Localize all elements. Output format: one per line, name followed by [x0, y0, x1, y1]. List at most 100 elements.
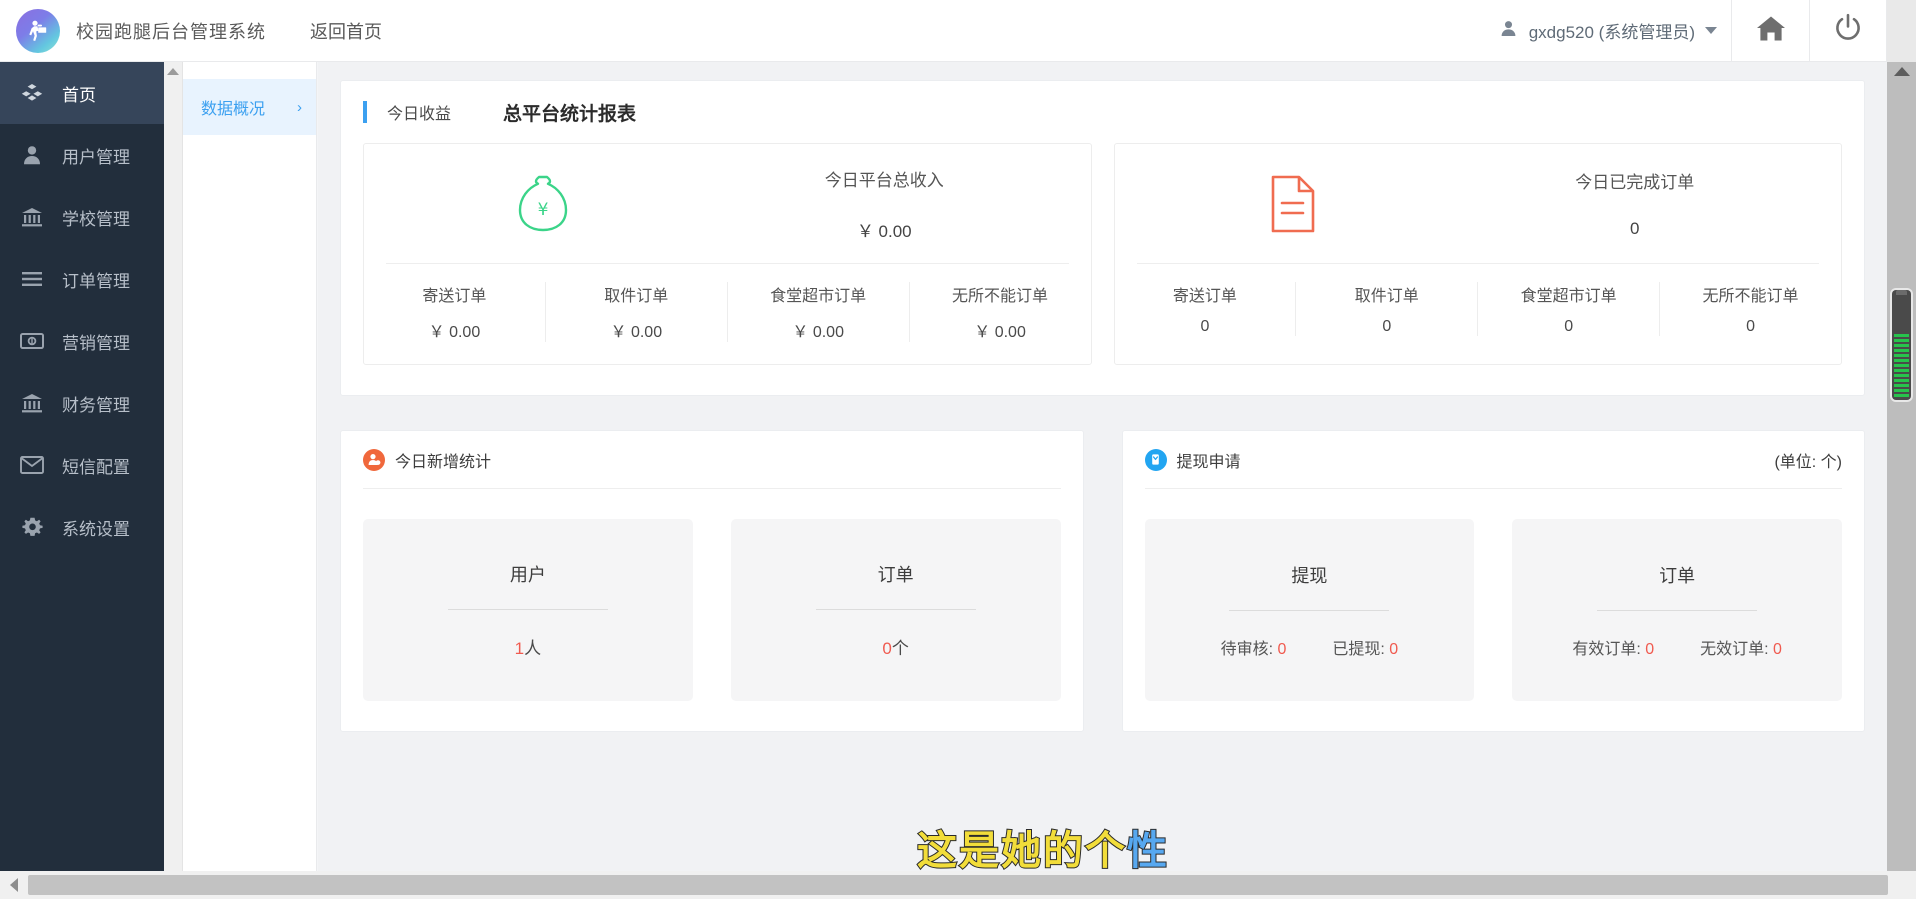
report-header: 今日收益 总平台统计报表 [363, 81, 1842, 143]
sidebar-item-marketing-management[interactable]: 营销管理 [0, 310, 164, 372]
secondary-nav: 数据概况 › [183, 62, 317, 871]
home-icon [1756, 15, 1786, 47]
new-stats-tiles: 用户 1人 订单 0个 [363, 489, 1061, 701]
brand-title: 校园跑腿后台管理系统 [76, 21, 266, 42]
breakdown-cell: 寄送订单 0 [1115, 282, 1297, 336]
accent-bar [363, 101, 367, 123]
user-menu[interactable]: gxdg520 (系统管理员) [1486, 0, 1731, 61]
sidebar-item-finance-management[interactable]: 财务管理 [0, 372, 164, 434]
breakdown-label: 寄送订单 [422, 288, 487, 305]
breakdown-label: 无所不能订单 [1702, 288, 1799, 305]
chevron-down-icon [1705, 27, 1717, 34]
divider [1229, 609, 1390, 611]
tile-new-orders: 订单 0个 [730, 519, 1061, 701]
new-stats-header: 今日新增统计 [363, 431, 1061, 489]
bank-icon [18, 391, 46, 415]
stat-card-main: 今日平台总收入 ￥ 0.00 [700, 166, 1069, 242]
vertical-scrollbar[interactable] [1887, 62, 1916, 871]
breakdown-cell: 取件订单 ￥ 0.00 [546, 282, 728, 342]
envelope-icon [18, 453, 46, 477]
breakdown-cell: 食堂超市订单 ￥ 0.00 [728, 282, 910, 342]
app-root: 校园跑腿后台管理系统 返回首页 gxdg520 (系统管理员) 首页 用户管理 … [0, 0, 1916, 899]
sidebar-item-label: 首页 [62, 85, 96, 105]
withdraw-unit-note: (单位: 个) [1774, 453, 1842, 471]
breakdown-cell: 取件订单 0 [1296, 282, 1479, 336]
metric-value: 0 [1277, 640, 1287, 658]
user-badge-icon [363, 448, 385, 471]
sidebar-item-label: 短信配置 [62, 457, 130, 477]
tile-title: 提现 [1291, 565, 1328, 586]
breakdown-value: ￥ 0.00 [792, 324, 844, 341]
divider [815, 609, 976, 610]
breakdown-value: 0 [1746, 318, 1756, 335]
user-name-label: gxdg520 (系统管理员) [1528, 23, 1695, 42]
breakdown-cell: 寄送订单 ￥ 0.00 [364, 282, 546, 342]
page-title: 总平台统计报表 [503, 103, 637, 125]
sidebar-item-label: 用户管理 [62, 147, 130, 167]
bottom-panel-row: 今日新增统计 用户 1人 订单 0个 提现申请 (单位: 个) 提现 待审核: … [340, 430, 1865, 732]
metric: 1人 [515, 634, 541, 659]
report-tag-label: 今日收益 [387, 106, 452, 123]
metric: 有效订单: 0 [1572, 635, 1654, 659]
brand: 校园跑腿后台管理系统 返回首页 [0, 8, 382, 53]
metric-label: 无效订单: [1700, 640, 1769, 658]
document-icon [1137, 175, 1451, 233]
breakdown-cell: 无所不能订单 0 [1660, 282, 1841, 336]
subnav-item-data-overview[interactable]: 数据概况 › [183, 79, 316, 135]
metric-value: 0 [1389, 640, 1399, 658]
metric-unit: 个 [891, 639, 909, 658]
stat-card-top: ¥ 今日平台总收入 ￥ 0.00 [386, 144, 1069, 264]
breakdown-value: 0 [1382, 318, 1392, 335]
breakdown-label: 取件订单 [1354, 288, 1419, 305]
scroll-up-arrow-icon[interactable] [167, 68, 179, 75]
tile-new-users: 用户 1人 [363, 519, 693, 701]
vertical-scrollbar-thumb[interactable] [1892, 290, 1911, 400]
stat-label: 今日平台总收入 [824, 170, 944, 190]
withdraw-tiles: 提现 待审核: 0 已提现: 0 订单 有效订单: 0 无效订单: 0 [1144, 489, 1842, 701]
sidebar-item-label: 系统设置 [62, 519, 130, 539]
header-corner-filler [1887, 0, 1916, 62]
horizontal-scrollbar[interactable] [0, 871, 1916, 899]
breakdown-label: 食堂超市订单 [1520, 288, 1617, 305]
sidebar-scroll-gutter[interactable] [164, 62, 183, 871]
sidebar-item-system-settings[interactable]: 系统设置 [0, 496, 164, 558]
horizontal-scrollbar-thumb[interactable] [28, 875, 1888, 895]
thumb-cells [1894, 334, 1909, 397]
power-button[interactable] [1809, 0, 1887, 62]
sidebar-item-sms-config[interactable]: 短信配置 [0, 434, 164, 496]
sidebar-item-school-management[interactable]: 学校管理 [0, 186, 164, 248]
metric-unit: 人 [524, 639, 542, 658]
scroll-left-arrow-icon[interactable] [0, 871, 28, 899]
metric-label: 已提现: [1332, 640, 1385, 658]
home-button[interactable] [1731, 0, 1809, 62]
new-stats-panel: 今日新增统计 用户 1人 订单 0个 [340, 430, 1084, 732]
user-icon [1500, 20, 1517, 42]
tile-title: 用户 [509, 565, 546, 585]
main-content: 今日收益 总平台统计报表 ¥ 今日平台总收入 ￥ 0.00 寄送订单 ￥ 0.0… [318, 62, 1887, 871]
report-panel: 今日收益 总平台统计报表 ¥ 今日平台总收入 ￥ 0.00 寄送订单 ￥ 0.0… [340, 80, 1865, 396]
breakdown-value: ￥ 0.00 [610, 324, 663, 341]
return-home-link[interactable]: 返回首页 [310, 18, 382, 44]
tile-metrics: 1人 [515, 634, 541, 659]
header-right: gxdg520 (系统管理员) [1486, 0, 1887, 62]
metric: 已提现: 0 [1332, 635, 1398, 659]
withdraw-badge-icon [1144, 448, 1167, 471]
sidebar-item-user-management[interactable]: 用户管理 [0, 124, 164, 186]
stat-value: ￥ 0.00 [856, 221, 912, 241]
stat-card-main: 今日已完成订单 0 [1450, 168, 1819, 239]
withdraw-panel: 提现申请 (单位: 个) 提现 待审核: 0 已提现: 0 订单 有效订单: 0… [1121, 430, 1865, 732]
withdraw-header: 提现申请 (单位: 个) [1144, 431, 1842, 489]
sidebar-item-order-management[interactable]: 订单管理 [0, 248, 164, 310]
money-bag-icon: ¥ [386, 173, 700, 235]
breakdown-label: 食堂超市订单 [770, 288, 867, 305]
breakdown-label: 无所不能订单 [952, 288, 1049, 305]
tile-withdraw: 提现 待审核: 0 已提现: 0 [1144, 519, 1475, 701]
sidebar: 首页 用户管理 学校管理 订单管理 营销管理 财务管理 短信配置 系统设置 [0, 62, 164, 871]
metric: 0个 [882, 634, 908, 659]
breakdown-cell: 食堂超市订单 0 [1478, 282, 1661, 336]
metric-label: 有效订单: [1572, 640, 1641, 658]
scroll-up-arrow-icon[interactable] [1893, 67, 1910, 76]
sidebar-item-home[interactable]: 首页 [0, 62, 164, 124]
stat-label: 今日已完成订单 [1575, 173, 1695, 192]
tile-withdraw-orders: 订单 有效订单: 0 无效订单: 0 [1512, 519, 1842, 701]
